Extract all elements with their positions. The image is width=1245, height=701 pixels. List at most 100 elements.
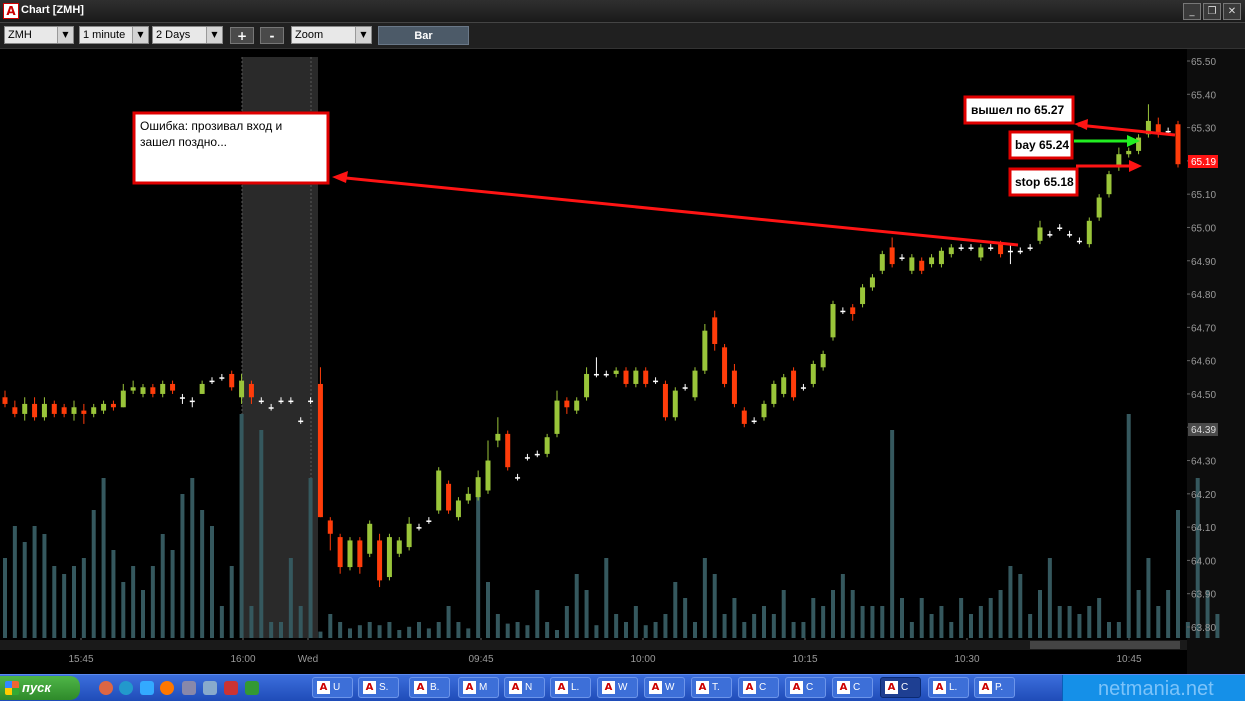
taskbar-window-button[interactable]: AU	[312, 677, 353, 698]
chart-toolbar: ZMH ▼ 1 minute ▼ 2 Days ▼ + - Zoom ▼ Bar	[0, 23, 1245, 49]
quick-launch-icon[interactable]	[203, 681, 217, 695]
chevron-down-icon[interactable]: ▼	[355, 27, 371, 43]
volume-bar	[1185, 622, 1190, 638]
volume-bar	[673, 582, 678, 638]
app-window-icon: A	[463, 681, 476, 694]
volume-bar	[535, 590, 540, 638]
volume-bar	[663, 614, 668, 638]
volume-bar	[12, 526, 17, 638]
candle-body	[712, 317, 718, 344]
interval-value: 1 minute	[83, 29, 126, 41]
candle-body	[771, 383, 777, 404]
y-tick-label: 64.60	[1191, 357, 1216, 368]
taskbar-window-button[interactable]: AW	[644, 677, 685, 698]
zoom-mode-select[interactable]: Zoom ▼	[291, 26, 372, 44]
candle	[446, 480, 452, 514]
candle-body	[1067, 234, 1073, 236]
candle-body	[61, 407, 67, 414]
taskbar-window-button[interactable]: AC	[832, 677, 873, 698]
candle-body	[179, 397, 185, 399]
taskbar: пуск A U A S. A B. A M A N A L. A W A W A T. A C A C A C A C A L. A P…	[0, 674, 1245, 701]
candle-body	[41, 403, 47, 418]
candle-body	[2, 397, 8, 404]
taskbar-window-label: W	[665, 682, 675, 693]
symbol-select[interactable]: ZMH ▼	[4, 26, 74, 44]
candle-body	[1175, 124, 1181, 165]
quick-launch-icon[interactable]	[245, 681, 259, 695]
browser-icon[interactable]	[140, 681, 154, 695]
x-tick-label: 15:45	[68, 654, 93, 665]
taskbar-window-button[interactable]: AC	[785, 677, 826, 698]
taskbar-window-button[interactable]: A S.	[358, 677, 399, 698]
taskbar-window-button[interactable]: AN	[504, 677, 545, 698]
quick-launch-icon[interactable]	[182, 681, 196, 695]
zoom-out-button[interactable]: -	[260, 27, 284, 44]
candle-body	[81, 410, 87, 414]
volume-bar	[890, 430, 895, 638]
volume-bar	[417, 622, 421, 638]
symbol-value: ZMH	[8, 29, 32, 41]
volume-bar	[909, 622, 914, 638]
taskbar-window-button[interactable]: AW	[597, 677, 638, 698]
chart-type-button[interactable]: Bar	[378, 26, 469, 45]
taskbar-window-button[interactable]: AM	[458, 677, 499, 698]
zoom-in-button[interactable]: +	[230, 27, 254, 44]
y-tick-label: 63.90	[1191, 590, 1216, 601]
chevron-down-icon[interactable]: ▼	[132, 27, 148, 43]
volume-bar	[939, 606, 944, 638]
firefox-icon[interactable]	[160, 681, 174, 695]
taskbar-window-label: B.	[430, 682, 440, 693]
x-tick-label: 10:45	[1116, 654, 1141, 665]
volume-bar	[811, 598, 816, 638]
volume-bar	[1166, 590, 1171, 638]
volume-bar	[357, 625, 362, 638]
taskbar-window-button[interactable]: A B.	[409, 677, 450, 698]
candle-body	[1126, 150, 1132, 155]
taskbar-window-button[interactable]: A P.	[974, 677, 1015, 698]
skype-icon[interactable]	[119, 681, 133, 695]
volume-bar	[1126, 414, 1131, 638]
candle-body	[130, 387, 136, 391]
candle-body	[1047, 234, 1053, 236]
quick-launch-icon[interactable]	[99, 681, 113, 695]
taskbar-window-label: N	[525, 682, 533, 693]
volume-bar	[624, 622, 628, 638]
horizontal-scrollbar[interactable]	[0, 640, 1187, 650]
chevron-down-icon[interactable]: ▼	[57, 27, 73, 43]
taskbar-window-button[interactable]: A L.	[550, 677, 591, 698]
taskbar-window-button[interactable]: A L.	[928, 677, 969, 698]
candle	[1175, 120, 1181, 168]
taskbar-window-label: C	[759, 682, 767, 693]
minimize-button[interactable]: _	[1183, 3, 1201, 20]
candle-body	[761, 403, 767, 418]
scrollbar-thumb[interactable]	[1030, 641, 1180, 649]
volume-bar	[160, 534, 165, 638]
volume-bar	[81, 558, 86, 638]
candle	[455, 497, 461, 521]
volume-bar	[190, 478, 195, 638]
candle-body	[800, 387, 806, 389]
candle-body	[515, 477, 521, 479]
taskbar-window-button[interactable]: AC	[880, 677, 921, 698]
taskbar-window-button[interactable]: AC	[738, 677, 779, 698]
candle	[505, 430, 511, 471]
volume-bar	[880, 606, 885, 638]
taskbar-window-button[interactable]: A T.	[691, 677, 732, 698]
restore-button[interactable]: ❐	[1203, 3, 1221, 20]
period-select[interactable]: 2 Days ▼	[152, 26, 223, 44]
interval-select[interactable]: 1 minute ▼	[79, 26, 149, 44]
candle-body	[702, 330, 708, 371]
close-button[interactable]: ✕	[1223, 3, 1241, 20]
price-chart[interactable]: 65.5065.4065.3065.2065.1065.0064.9064.80…	[0, 49, 1245, 674]
app-window-icon: A	[696, 681, 709, 694]
volume-bar	[1067, 606, 1072, 638]
candle-body	[869, 277, 875, 288]
volume-bar	[210, 526, 214, 638]
candle-body	[1086, 220, 1092, 245]
chevron-down-icon[interactable]: ▼	[206, 27, 222, 43]
volume-bar	[249, 606, 254, 638]
quick-launch-icon[interactable]	[224, 681, 238, 695]
candle	[544, 433, 550, 458]
volume-bar	[32, 526, 37, 638]
start-button[interactable]: пуск	[0, 676, 80, 700]
